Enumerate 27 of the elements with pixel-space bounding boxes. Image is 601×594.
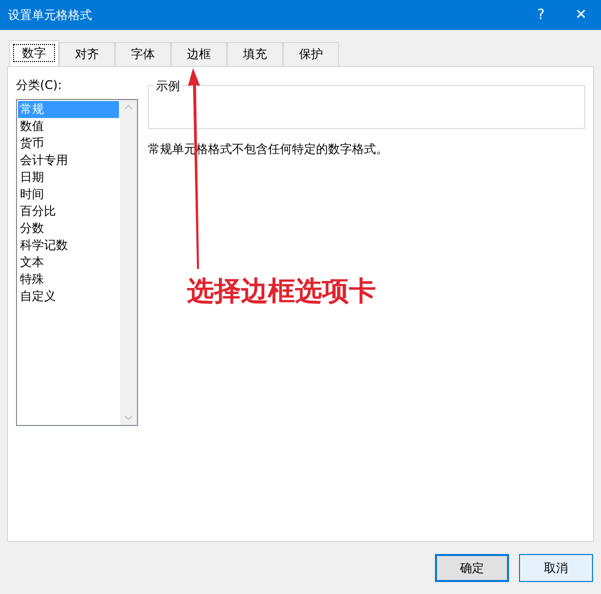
list-item[interactable]: 文本: [18, 254, 119, 271]
list-item[interactable]: 特殊: [18, 271, 119, 288]
list-item[interactable]: 科学记数: [18, 237, 119, 254]
category-list[interactable]: 常规 数值 货币 会计专用 日期 时间 百分比 分数 科学记数 文本 特殊 自定义: [16, 99, 138, 426]
list-item[interactable]: 数值: [18, 118, 119, 135]
help-button[interactable]: ?: [521, 0, 561, 30]
close-button[interactable]: ✕: [561, 0, 601, 30]
tab[interactable]: 保护: [283, 42, 339, 66]
annotation-text: 选择边框选项卡: [187, 275, 376, 309]
scrollbar[interactable]: [120, 100, 137, 425]
list-item[interactable]: 日期: [18, 169, 119, 186]
cancel-button[interactable]: 取消: [519, 554, 593, 582]
sample-legend: 示例: [154, 78, 182, 95]
window-title: 设置单元格格式: [8, 6, 93, 24]
tab[interactable]: 边框: [171, 42, 227, 66]
list-item[interactable]: 分数: [18, 220, 119, 237]
list-item[interactable]: 自定义: [18, 288, 119, 305]
tab[interactable]: 字体: [115, 42, 171, 66]
tab[interactable]: 填充: [227, 42, 283, 66]
list-item[interactable]: 百分比: [18, 203, 119, 220]
list-item[interactable]: 时间: [18, 186, 119, 203]
tab[interactable]: 对齐: [59, 42, 115, 66]
list-item[interactable]: 货币: [18, 135, 119, 152]
tab[interactable]: 数字: [9, 40, 59, 66]
list-item[interactable]: 会计专用: [18, 152, 119, 169]
ok-button[interactable]: 确定: [435, 554, 509, 582]
category-label: 分类(C):: [16, 77, 63, 94]
